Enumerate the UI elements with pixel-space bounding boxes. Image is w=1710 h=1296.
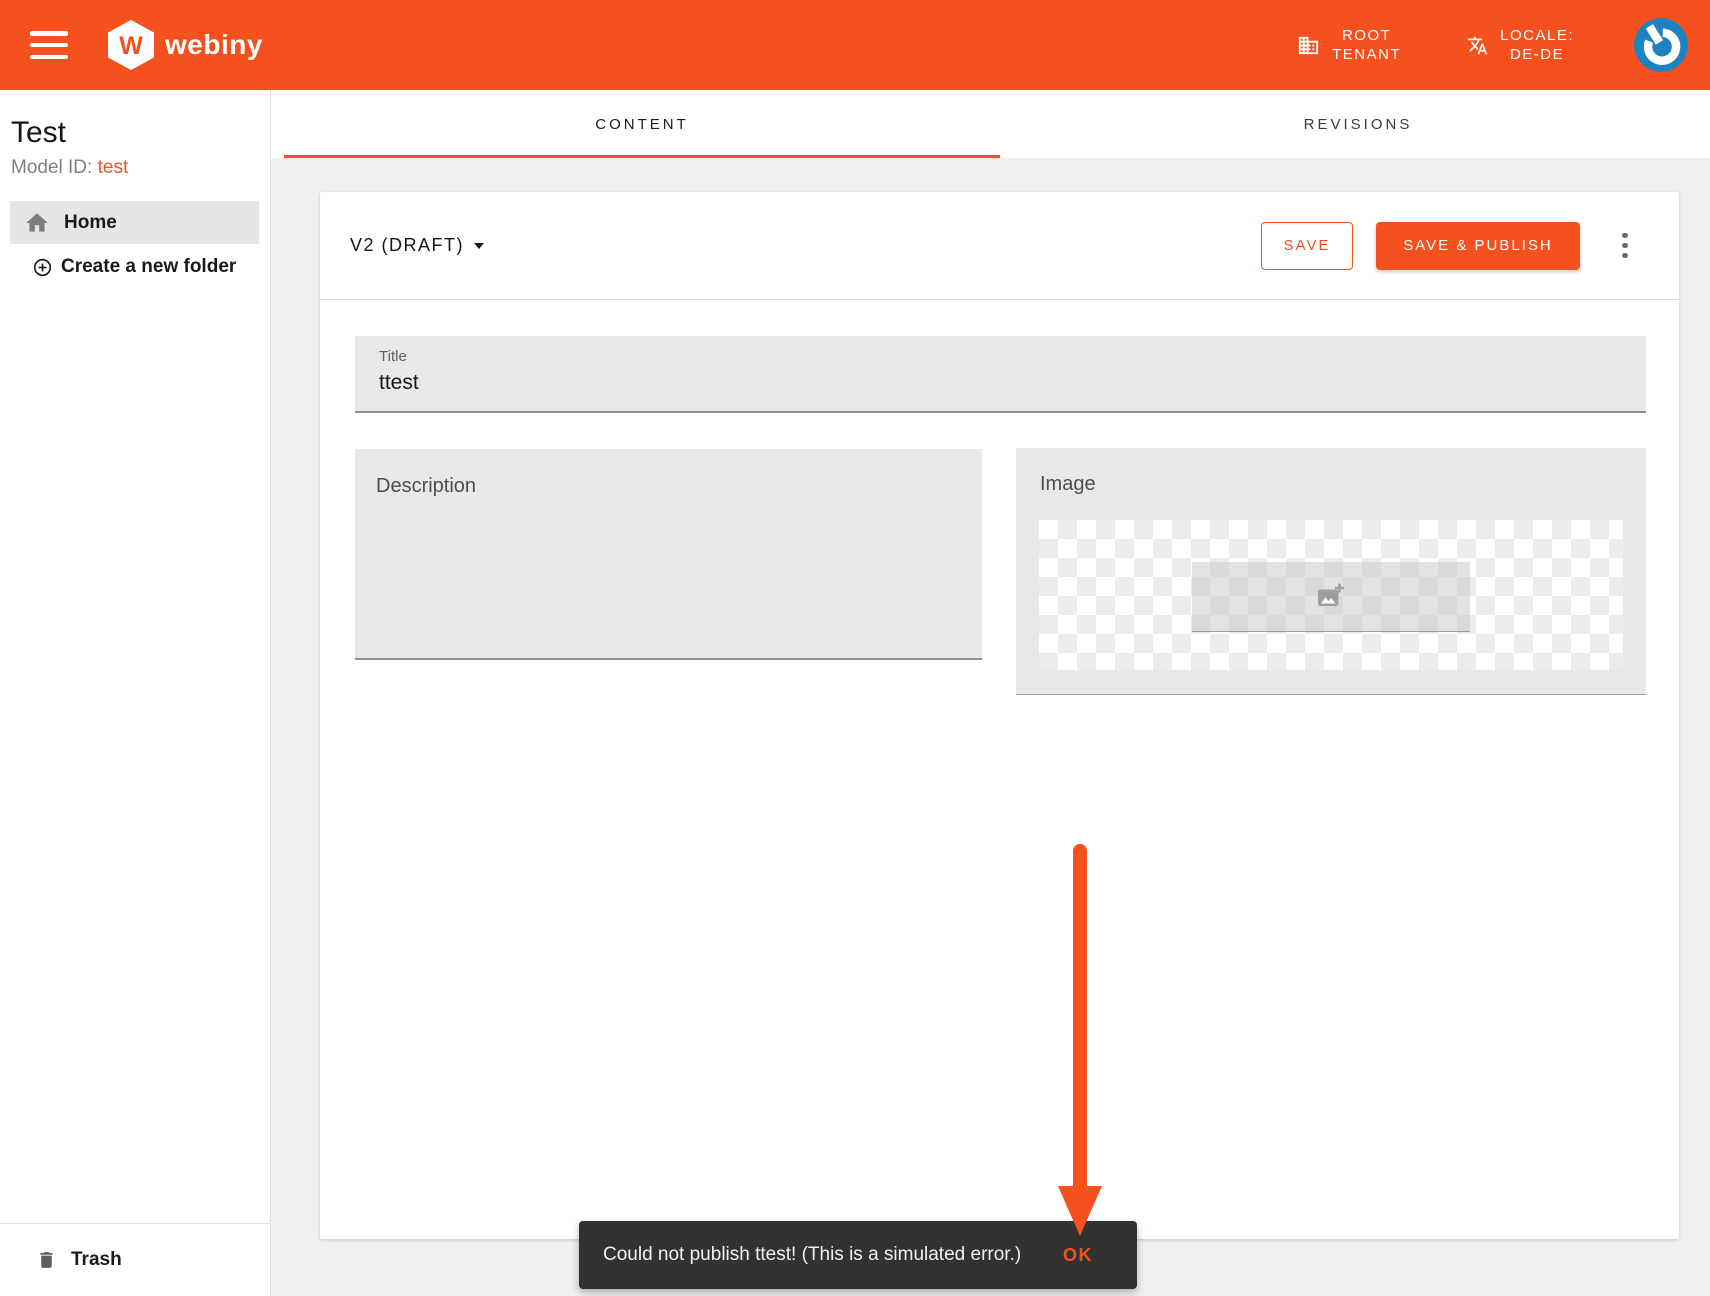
translate-icon [1467, 35, 1488, 56]
image-field-label: Image [1040, 473, 1096, 496]
create-folder-label: Create a new folder [61, 256, 236, 278]
sidebar: Test Model ID: test Home Create a new fo… [0, 90, 271, 1296]
create-folder-button[interactable]: Create a new folder [33, 256, 236, 278]
more-options-button[interactable] [1601, 222, 1649, 270]
description-field[interactable]: Description [355, 449, 982, 660]
image-transparency-canvas [1039, 520, 1623, 670]
home-icon [24, 210, 50, 236]
trash-button[interactable]: Trash [0, 1223, 270, 1296]
webiny-admin-screen: W webiny ROOT TENANT LOCALE: [0, 0, 1710, 1296]
sidebar-item-home[interactable]: Home [10, 201, 259, 244]
webiny-logo[interactable]: W webiny [108, 20, 263, 70]
title-field-label: Title [379, 348, 407, 365]
image-field: Image [1016, 448, 1646, 695]
tab-bar: CONTENT REVISIONS [271, 90, 1710, 158]
svg-text:W: W [119, 32, 143, 60]
snackbar-message: Could not publish ttest! (This is a simu… [603, 1244, 1021, 1266]
locale-selector[interactable]: LOCALE: DE-DE [1467, 26, 1574, 64]
webiny-hexagon-icon: W [108, 20, 154, 70]
building-icon [1297, 34, 1320, 57]
model-title: Test [11, 116, 270, 150]
circle-plus-icon [33, 258, 52, 277]
menu-icon[interactable] [30, 31, 68, 59]
title-field[interactable]: Title ttest [355, 336, 1646, 413]
entry-editor-card: V2 (DRAFT) SAVE SAVE & PUBLISH Title tte… [320, 192, 1679, 1239]
tenant-selector[interactable]: ROOT TENANT [1297, 26, 1401, 64]
snackbar-ok-button[interactable]: OK [1063, 1245, 1093, 1266]
locale-label: LOCALE: DE-DE [1500, 26, 1574, 64]
tab-revisions-label: REVISIONS [1304, 116, 1413, 133]
tenant-label: ROOT TENANT [1332, 26, 1401, 64]
description-field-label: Description [376, 475, 476, 498]
error-snackbar: Could not publish ttest! (This is a simu… [579, 1221, 1137, 1289]
tab-content[interactable]: CONTENT [284, 90, 1000, 158]
trash-icon [36, 1249, 57, 1271]
version-dropdown[interactable]: V2 (DRAFT) [350, 235, 484, 256]
tabs: CONTENT REVISIONS [284, 90, 1710, 158]
model-id-label: Model ID: [11, 157, 92, 178]
title-field-value[interactable]: ttest [379, 371, 419, 395]
tab-content-label: CONTENT [595, 116, 689, 133]
save-button[interactable]: SAVE [1261, 222, 1353, 270]
app-bar-right: ROOT TENANT LOCALE: DE-DE [1297, 18, 1710, 72]
app-bar: W webiny ROOT TENANT LOCALE: [0, 0, 1710, 90]
model-id-value[interactable]: test [98, 157, 129, 178]
user-avatar[interactable] [1634, 18, 1688, 72]
caret-down-icon [474, 243, 484, 249]
tab-revisions[interactable]: REVISIONS [1000, 90, 1710, 158]
active-tab-indicator [284, 155, 1000, 158]
image-upload-dropzone[interactable] [1192, 562, 1470, 632]
save-publish-button[interactable]: SAVE & PUBLISH [1376, 222, 1580, 270]
model-id: Model ID: test [11, 157, 270, 179]
sidebar-item-home-label: Home [64, 212, 117, 234]
version-label: V2 (DRAFT) [350, 235, 464, 256]
brand-name: webiny [165, 29, 263, 61]
trash-label: Trash [71, 1249, 122, 1271]
entry-card-header: V2 (DRAFT) SAVE SAVE & PUBLISH [320, 192, 1679, 300]
image-plus-icon [1316, 582, 1347, 612]
kebab-icon [1622, 233, 1628, 239]
